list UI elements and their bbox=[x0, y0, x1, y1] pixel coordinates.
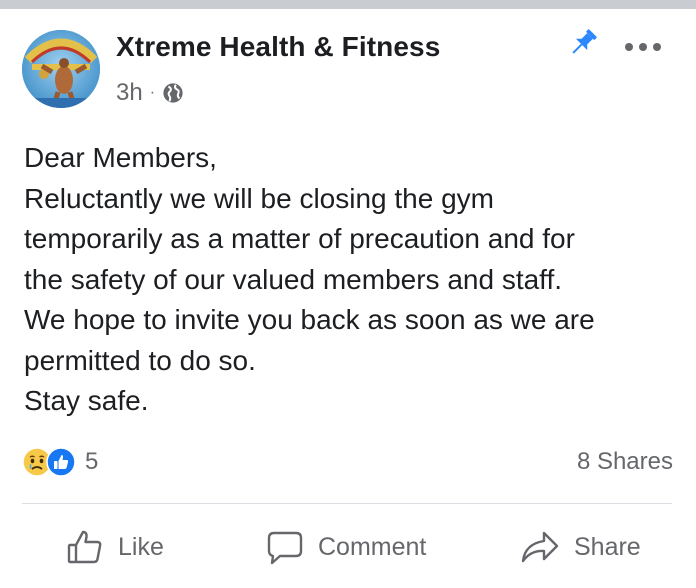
post-meta: 3h · bbox=[116, 78, 184, 108]
actions-divider bbox=[22, 503, 672, 504]
more-dot bbox=[625, 43, 633, 51]
post-line: temporarily as a matter of precaution an… bbox=[24, 223, 575, 254]
post-line: Dear Members, bbox=[24, 142, 217, 173]
comment-button[interactable]: Comment bbox=[266, 522, 426, 572]
post-time[interactable]: 3h bbox=[116, 79, 143, 107]
thumbs-up-icon bbox=[67, 530, 102, 564]
like-reaction-icon bbox=[46, 447, 76, 477]
post-line: the safety of our valued members and sta… bbox=[24, 263, 563, 295]
gym-logo-icon bbox=[22, 30, 100, 108]
globe-icon[interactable] bbox=[162, 82, 184, 104]
more-dot bbox=[653, 43, 661, 51]
post-actions-bar: Like Comment Share bbox=[0, 522, 696, 572]
post-body: Dear Members, Reluctantly we will be clo… bbox=[24, 138, 674, 422]
share-button[interactable]: Share bbox=[520, 522, 641, 572]
page-avatar[interactable] bbox=[22, 30, 100, 108]
like-label: Like bbox=[118, 532, 164, 561]
more-dot bbox=[639, 43, 647, 51]
more-options-icon[interactable] bbox=[625, 40, 661, 54]
pin-icon[interactable] bbox=[566, 26, 600, 60]
page-name[interactable]: Xtreme Health & Fitness bbox=[116, 31, 440, 63]
top-separator bbox=[0, 0, 696, 9]
share-label: Share bbox=[574, 532, 641, 561]
like-button[interactable]: Like bbox=[66, 522, 164, 572]
post-line: Stay safe. bbox=[24, 385, 149, 416]
meta-separator: · bbox=[149, 84, 156, 101]
post-line: Reluctantly we will be closing the gym bbox=[24, 182, 494, 214]
comment-label: Comment bbox=[318, 532, 427, 561]
reaction-count: 5 bbox=[85, 448, 99, 475]
post-line: permitted to do so. bbox=[24, 344, 256, 376]
share-arrow-icon bbox=[521, 531, 559, 563]
share-count[interactable]: 8 Shares bbox=[577, 448, 673, 476]
post-line: We hope to invite you back as soon as we… bbox=[24, 304, 595, 335]
reactions-summary[interactable]: 5 bbox=[22, 446, 98, 478]
comment-bubble-icon bbox=[267, 531, 303, 565]
